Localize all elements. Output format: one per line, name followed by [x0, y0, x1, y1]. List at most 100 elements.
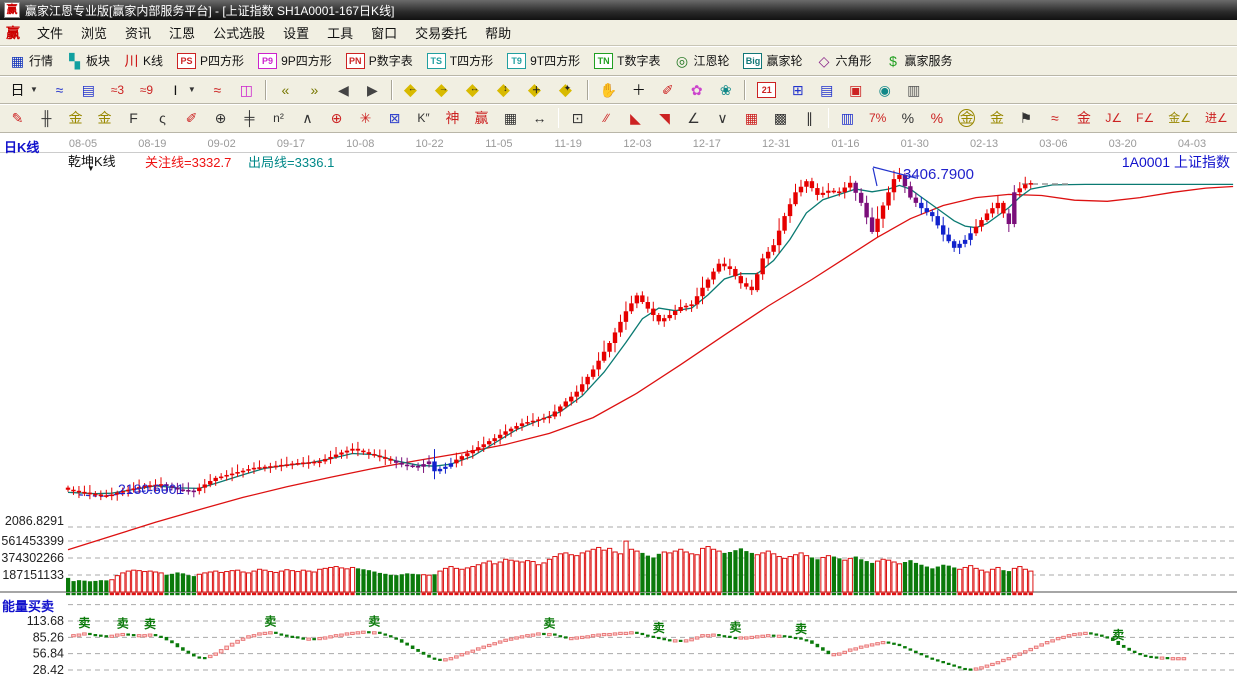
gold-angle-tool[interactable]: 金∠	[1162, 107, 1197, 129]
gann-diamond-vertical[interactable]: ◆↕	[491, 78, 520, 101]
grid-tool[interactable]: ╫	[33, 107, 60, 129]
gold-circle-tool[interactable]: 金	[952, 106, 981, 130]
fan-box-tool-2[interactable]: ◥	[651, 107, 678, 129]
memo-button[interactable]: ▤	[813, 79, 840, 101]
j-angle-tool[interactable]: J∠	[1099, 107, 1128, 129]
chart-area[interactable]: 08-0508-1909-0209-1710-0810-2211-0511-19…	[0, 133, 1237, 681]
draw-pen-tool-2[interactable]: ✐	[178, 107, 205, 129]
target-circle-tool[interactable]: ⊕	[323, 107, 350, 129]
p-number-table-button[interactable]: PNP数字表	[340, 49, 419, 72]
volume-style-icon[interactable]: ◫	[233, 79, 260, 101]
data-panel-icon[interactable]: ▤	[75, 79, 102, 101]
jump-first-button[interactable]: «	[272, 79, 299, 101]
gann-diamond-right[interactable]: ◆→	[429, 78, 458, 101]
number-grid-tool[interactable]: ▦	[497, 107, 524, 129]
win-grid-tool[interactable]: 赢	[468, 107, 495, 129]
gold-grid-tool[interactable]: 金	[62, 107, 89, 129]
indicator-mark	[717, 634, 721, 636]
menu-help[interactable]: 帮助	[476, 24, 520, 43]
angle-measure-tool[interactable]: ✐	[654, 79, 681, 101]
span-arrows-tool[interactable]: ↔	[526, 107, 553, 129]
hash-grid-tool[interactable]: ╪	[236, 107, 263, 129]
gann-diamond-star[interactable]: ◆✦	[553, 78, 582, 101]
kline-type-dropdown[interactable]: 乾坤K线 ▼	[68, 151, 116, 170]
n-square-tool[interactable]: n²	[265, 107, 292, 129]
drag-hand-tool[interactable]: ✋	[594, 79, 623, 101]
ma9-icon[interactable]: ≈9	[133, 79, 160, 101]
menu-formula-stockpick[interactable]: 公式选股	[204, 24, 274, 43]
period-day-dropdown[interactable]: 日▼	[4, 79, 44, 101]
9p-square-button[interactable]: P99P四方形	[252, 49, 338, 72]
draw-pen-tool[interactable]: ✎	[4, 107, 31, 129]
fan-box-tool[interactable]: ◣	[622, 107, 649, 129]
gann-diamond-horizontal[interactable]: ◆↔	[460, 78, 489, 101]
gann-diamond-left[interactable]: ◆←	[398, 78, 427, 101]
calculator-button[interactable]: ⊞	[784, 79, 811, 101]
gold-levels-tool-2[interactable]: 金	[1070, 107, 1097, 129]
box-tool[interactable]: ⊡	[564, 107, 591, 129]
gold-levels-tool[interactable]: 金	[983, 107, 1010, 129]
winner-service-button[interactable]: $赢家服务	[880, 49, 959, 72]
dense-grid-tool[interactable]: ▦	[738, 107, 765, 129]
menu-news[interactable]: 资讯	[116, 24, 160, 43]
9t-square-button[interactable]: T99T四方形	[501, 49, 586, 72]
circle-grid-tool[interactable]: ⊕	[207, 107, 234, 129]
jin-angle-tool[interactable]: 进∠	[1199, 107, 1234, 129]
menu-gann[interactable]: 江恩	[160, 24, 204, 43]
crosshair-tool[interactable]: ＋	[625, 79, 652, 101]
qiankun-curve-icon[interactable]: ≈	[204, 79, 231, 101]
kline-chart-canvas[interactable]: 08-0508-1909-0209-1710-0810-2211-0511-19…	[0, 133, 1237, 681]
flag-pen-tool[interactable]: ⚑	[1012, 107, 1039, 129]
box-grid-tool[interactable]: ⊠	[381, 107, 408, 129]
cycle-tool-teal[interactable]: ❀	[712, 79, 739, 101]
k-mark-tool[interactable]: K″	[410, 107, 437, 129]
prev-bar-button[interactable]: ◀	[330, 79, 357, 101]
t-number-table-button[interactable]: TNT数字表	[588, 49, 666, 72]
overlay-curve-icon[interactable]: ≈	[46, 79, 73, 101]
menu-settings[interactable]: 设置	[274, 24, 318, 43]
spiral-tool[interactable]: ς	[149, 107, 176, 129]
v-line-tool[interactable]: ∨	[709, 107, 736, 129]
quotes-button[interactable]: ▦行情	[4, 49, 59, 72]
next-bar-button[interactable]: ▶	[359, 79, 386, 101]
candle-style-dropdown[interactable]: I▼	[162, 79, 202, 101]
gann-diamond-plus[interactable]: ◆＋	[522, 78, 551, 101]
sectors-button[interactable]: ▚板块	[61, 49, 116, 72]
gann-wheel-button[interactable]: ◎江恩轮	[668, 49, 735, 72]
menu-window[interactable]: 窗口	[362, 24, 406, 43]
percent-tool[interactable]: %	[894, 107, 921, 129]
hexagon-button[interactable]: ◇六角形	[811, 49, 878, 72]
signal-strip-dash	[761, 593, 765, 595]
hatch-grid-tool[interactable]: ▩	[767, 107, 794, 129]
fan-lines-tool[interactable]: ∕∕	[593, 107, 620, 129]
web-sync-button[interactable]: ◉	[871, 79, 898, 101]
percent-line-tool[interactable]: %	[923, 107, 950, 129]
print-button[interactable]: ▥	[900, 79, 927, 101]
ma3-icon[interactable]: ≈3	[104, 79, 131, 101]
wave-band-tool[interactable]: ≈	[1041, 107, 1068, 129]
kline-button[interactable]: 川K线	[118, 49, 169, 72]
signal-strip-dash	[93, 593, 97, 595]
menu-tools[interactable]: 工具	[318, 24, 362, 43]
fib-grid-tool[interactable]: F	[120, 107, 147, 129]
f-angle-tool[interactable]: F∠	[1130, 107, 1160, 129]
calendar-button[interactable]: 21	[751, 79, 782, 101]
period-label[interactable]: 日K线	[4, 137, 39, 156]
cycle-tool-pink[interactable]: ✿	[683, 79, 710, 101]
t-square-button[interactable]: TST四方形	[421, 49, 499, 72]
p-square-button[interactable]: PSP四方形	[171, 49, 250, 72]
price-bars-tool[interactable]: ▥	[834, 107, 861, 129]
jump-last-button[interactable]: »	[301, 79, 328, 101]
parallel-lines-tool[interactable]: ∥	[796, 107, 823, 129]
shen-grid-tool[interactable]: 神	[439, 107, 466, 129]
percent7-tool[interactable]: 7%	[863, 107, 892, 129]
winner-wheel-button[interactable]: Big赢家轮	[737, 49, 808, 72]
save-button[interactable]: ▣	[842, 79, 869, 101]
gold-grid-tool-2[interactable]: 金	[91, 107, 118, 129]
mirror-angle-tool[interactable]: ∧	[294, 107, 321, 129]
menu-trade-order[interactable]: 交易委托	[406, 24, 476, 43]
menu-file[interactable]: 文件	[28, 24, 72, 43]
menu-browse[interactable]: 浏览	[72, 24, 116, 43]
ray-fan-tool[interactable]: ✳	[352, 107, 379, 129]
angle-line-tool[interactable]: ∠	[680, 107, 707, 129]
